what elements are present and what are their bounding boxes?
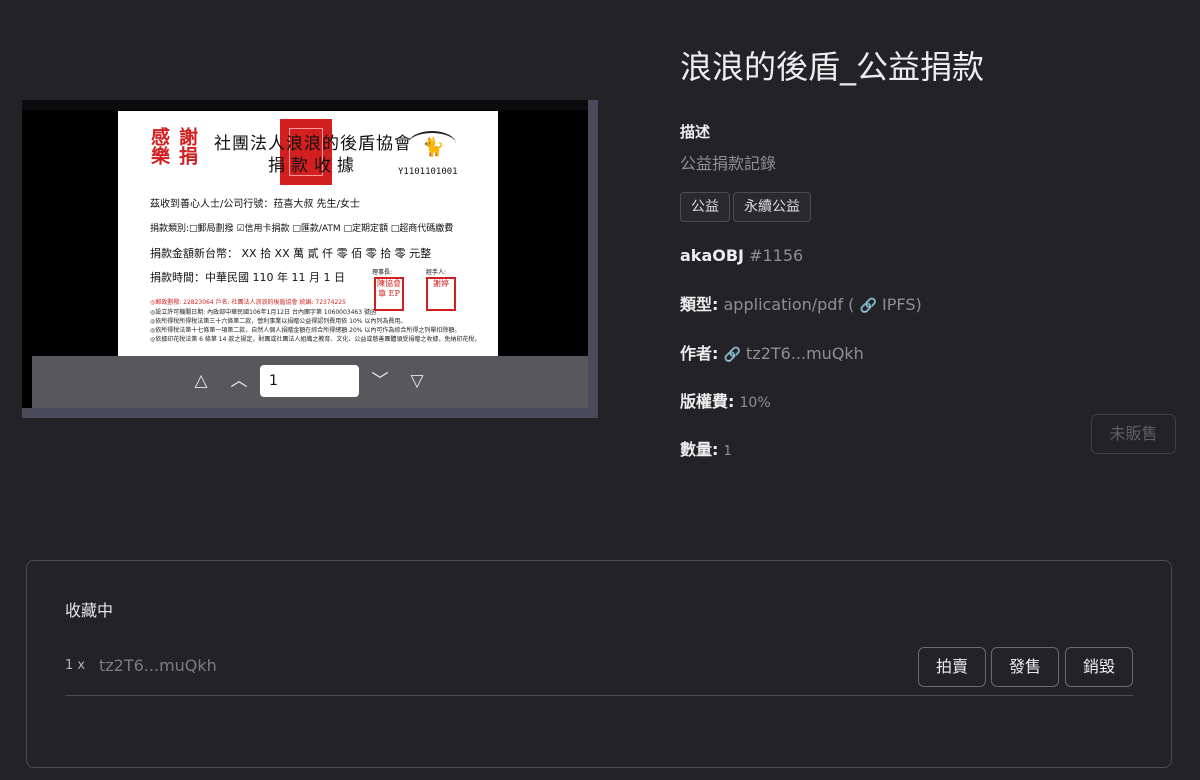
panel-title: 收藏中 xyxy=(65,601,114,620)
item-title: 浪浪的後盾_公益捐款 xyxy=(680,48,985,86)
receipt-note-4: ◎依據印花稅法第 6 條第 14 款之規定，財團或社團法人組織之教育、文化、公益… xyxy=(150,336,481,343)
sell-button[interactable]: 發售 xyxy=(991,647,1059,687)
tag-sustainable-welfare[interactable]: 永續公益 xyxy=(733,192,811,222)
handler-label: 經手人: xyxy=(426,269,447,276)
pdf-toolbar: △ ︿ 1 ﹀ ▽ xyxy=(32,356,588,408)
burn-button[interactable]: 銷毀 xyxy=(1065,647,1133,687)
page-number-input[interactable]: 1 xyxy=(260,365,359,397)
ipfs-link[interactable]: IPFS) xyxy=(882,295,922,314)
receipt-note-1: ◎設立許可機關日期: 內政部中華民國106年1月12日 台內團字第 106000… xyxy=(150,309,376,316)
auction-button[interactable]: 拍賣 xyxy=(918,647,986,687)
author-address[interactable]: tz2T6...muQkh xyxy=(746,344,864,363)
last-page-icon[interactable]: ▽ xyxy=(404,368,430,394)
next-page-icon[interactable]: ﹀ xyxy=(367,368,393,394)
royalty-row: 版權費: 10% xyxy=(680,388,771,412)
author-row: 作者: 🔗 tz2T6...muQkh xyxy=(680,340,864,364)
thanks-stamp: 謝捐 感樂 xyxy=(148,127,198,165)
chair-seal: 陳協會章 EP xyxy=(374,277,404,311)
quantity-row: 數量: 1 xyxy=(680,436,732,460)
panel-divider xyxy=(65,695,1133,696)
chair-label: 理事長: xyxy=(372,269,393,276)
receipt-remittance: ◎郵政劃撥: 22823064 戶名: 社團法人浪浪的後盾協會 統編: 7237… xyxy=(150,299,346,306)
quantity-label: 數量: xyxy=(680,440,719,459)
receipt-recipient: 茲收到善心人士/公司行號：菈喜大叔 先生/女士 xyxy=(150,199,360,210)
pdf-canvas-area[interactable]: 謝捐 感樂 社團法人浪浪的後盾協會 捐款收據 🐈 Y1101101001 茲收到… xyxy=(32,110,588,356)
receipt-amount: 捐款金額新台幣： XX 拾 XX 萬 貳 仟 零 佰 零 拾 零 元整 xyxy=(150,247,432,260)
token-id: #1156 xyxy=(749,246,804,265)
not-for-sale-button[interactable]: 未販售 xyxy=(1091,414,1176,454)
first-page-icon[interactable]: △ xyxy=(188,368,214,394)
receipt-type: 捐款類別:□郵局劃撥 ☑信用卡捐款 □匯款/ATM □定期定額 □超商代碼繳費 xyxy=(150,224,454,234)
collection-panel: 收藏中 1 x tz2T6...muQkh 拍賣 發售 銷毀 xyxy=(26,560,1172,768)
collection-row: akaOBJ #1156 xyxy=(680,246,803,265)
page-root: 謝捐 感樂 社團法人浪浪的後盾協會 捐款收據 🐈 Y1101101001 茲收到… xyxy=(0,0,1200,780)
receipt-subtitle: 捐款收據 xyxy=(268,156,360,176)
receipt-note-3: ◎依所得稅法第十七條第一項第二款，自然人個人捐贈金額在綜合所得總額 20% 以內… xyxy=(150,327,461,334)
receipt-date: 捐款時間：中華民國 110 年 11 月 1 日 xyxy=(150,271,345,284)
viewer-bevel xyxy=(22,100,588,110)
link-icon[interactable]: 🔗 xyxy=(860,298,877,314)
handler-seal: 謝婷 xyxy=(426,277,456,311)
description-label: 描述 xyxy=(680,123,711,141)
owner-quantity: 1 x xyxy=(65,658,86,673)
royalty-value: 10% xyxy=(739,395,771,411)
pdf-page: 謝捐 感樂 社團法人浪浪的後盾協會 捐款收據 🐈 Y1101101001 茲收到… xyxy=(118,111,498,356)
previous-page-icon[interactable]: ︿ xyxy=(226,368,252,394)
type-row: 類型: application/pdf ( 🔗 IPFS) xyxy=(680,291,922,315)
link-icon[interactable]: 🔗 xyxy=(724,347,741,363)
type-value: application/pdf ( xyxy=(723,295,855,314)
tag-public-welfare[interactable]: 公益 xyxy=(680,192,730,222)
pdf-viewer: 謝捐 感樂 社團法人浪浪的後盾協會 捐款收據 🐈 Y1101101001 茲收到… xyxy=(22,100,598,418)
owner-address[interactable]: tz2T6...muQkh xyxy=(99,656,217,675)
cat-logo-icon: 🐈 xyxy=(422,137,445,158)
collection-name[interactable]: akaOBJ xyxy=(680,246,744,265)
receipt-note-2: ◎依所得稅所得稅法第三十六條第二款，營利事業以捐贈公益得認列費用依 10% 以內… xyxy=(150,318,407,325)
quantity-value: 1 xyxy=(723,444,732,459)
author-label: 作者: xyxy=(680,344,719,363)
description-text: 公益捐款記錄 xyxy=(680,154,777,173)
receipt-serial: Y1101101001 xyxy=(398,167,458,177)
royalty-label: 版權費: xyxy=(680,392,735,411)
type-label: 類型: xyxy=(680,295,719,314)
